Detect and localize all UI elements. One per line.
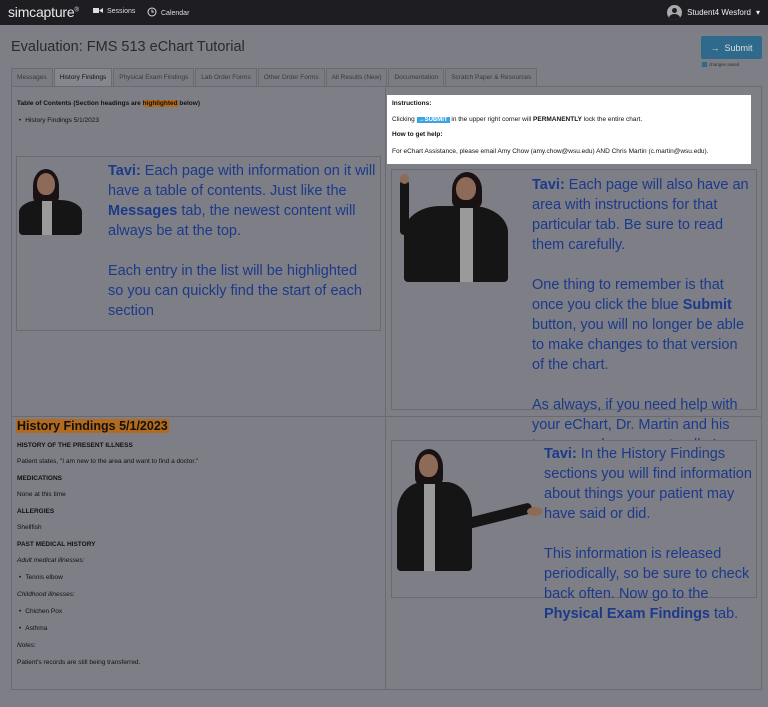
tavi-text-toc: Tavi: Each page with information on it w… xyxy=(108,163,376,319)
instructions-title: Instructions: xyxy=(392,100,432,107)
top-nav-bar: simcapture® Sessions Calendar Student4 W… xyxy=(0,0,768,25)
medications-heading: MEDICATIONS xyxy=(17,475,63,482)
arrow-right-icon: → xyxy=(710,42,720,53)
tab-documentation[interactable]: Documentation xyxy=(388,68,445,86)
clock-icon xyxy=(147,7,157,19)
notes-label: Notes: xyxy=(17,642,36,649)
pmh-heading: PAST MEDICAL HISTORY xyxy=(17,541,96,548)
tab-physical-exam-findings[interactable]: Physical Exam Findings xyxy=(113,68,195,86)
nav-sessions-label: Sessions xyxy=(107,8,136,15)
bullet-icon: • xyxy=(19,117,22,124)
tavi-text-instructions: Tavi: Each page will also have an area w… xyxy=(532,177,749,453)
submit-button-label: Submit xyxy=(724,42,753,53)
submit-chip: →SUBMIT xyxy=(416,117,450,123)
allergies-heading: ALLERGIES xyxy=(17,508,55,515)
instructions-box: Instructions: Clicking →SUBMIT in the up… xyxy=(387,95,751,164)
help-title: How to get help: xyxy=(392,131,443,138)
tab-all-results[interactable]: All Results (New) xyxy=(325,68,388,86)
history-section-title: History Findings 5/1/2023 xyxy=(16,419,169,433)
user-name: Student4 Wesford xyxy=(687,8,751,17)
tavi-card-instructions: Tavi: Each page will also have an area w… xyxy=(391,169,757,453)
simcapture-logo[interactable]: simcapture® xyxy=(8,4,79,20)
tavi-image xyxy=(394,449,556,571)
toc-title: Table of Contents (Section headings are … xyxy=(17,100,200,107)
nav-sessions[interactable]: Sessions xyxy=(93,7,135,16)
changes-saved-label: changes saved xyxy=(709,62,740,67)
list-item: Asthma xyxy=(19,625,47,632)
tab-scratch-paper[interactable]: Scratch Paper & Resources xyxy=(445,68,538,86)
avatar xyxy=(667,5,683,20)
toc-item-label: History Findings 5/1/2023 xyxy=(25,117,99,124)
column-divider xyxy=(385,86,386,690)
changes-saved-status: changes saved xyxy=(702,62,739,67)
medications-text: None at this time xyxy=(17,491,66,498)
notes-text: Patient's records are still being transf… xyxy=(17,659,141,666)
tab-history-findings[interactable]: History Findings xyxy=(53,68,113,86)
tavi-image xyxy=(392,172,512,282)
list-item: Chichen Pox xyxy=(19,608,62,615)
page-title: Evaluation: FMS 513 eChart Tutorial xyxy=(11,39,245,55)
user-menu[interactable]: Student4 Wesford ▾ xyxy=(667,5,760,20)
tavi-card-history: Tavi: In the History Findings sections y… xyxy=(391,440,757,622)
nav-calendar-label: Calendar xyxy=(161,9,190,17)
tab-messages[interactable]: Messages xyxy=(11,68,53,86)
hpi-text: Patient states, "I am new to the area an… xyxy=(17,458,199,465)
list-item: Tennis elbow xyxy=(19,574,63,581)
hpi-heading: HISTORY OF THE PRESENT ILLNESS xyxy=(17,442,133,449)
tavi-image xyxy=(18,167,84,235)
tavi-text-history: Tavi: In the History Findings sections y… xyxy=(544,446,752,622)
video-camera-icon xyxy=(93,7,103,16)
toc-highlight-word: highlighted xyxy=(142,100,178,107)
instructions-text: Clicking →SUBMIT in the upper right corn… xyxy=(392,116,643,123)
tavi-card-toc: Tavi: Each page with information on it w… xyxy=(16,156,381,331)
help-text: For eChart Assistance, please email Amy … xyxy=(392,148,709,155)
adult-illnesses-label: Adult medical illnesses: xyxy=(17,557,85,564)
allergies-text: Shellfish xyxy=(17,524,42,531)
submit-button[interactable]: → Submit xyxy=(701,36,762,59)
tab-bar: Messages History Findings Physical Exam … xyxy=(11,68,538,86)
saved-check-icon xyxy=(702,62,707,67)
nav-calendar[interactable]: Calendar xyxy=(147,7,189,19)
tab-lab-order-forms[interactable]: Lab Order Forms xyxy=(195,68,257,86)
caret-down-icon: ▾ xyxy=(755,8,760,17)
toc-item-history-findings[interactable]: • History Findings 5/1/2023 xyxy=(19,117,99,124)
tab-other-order-forms[interactable]: Other Order Forms xyxy=(257,68,325,86)
childhood-illnesses-label: Childhood illnesses: xyxy=(17,591,75,598)
